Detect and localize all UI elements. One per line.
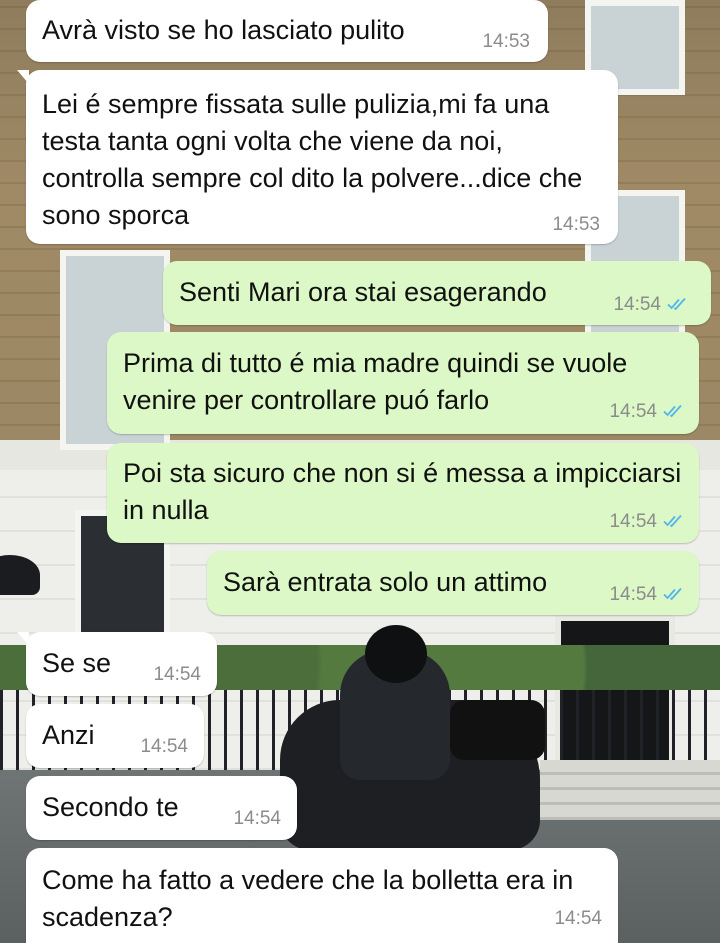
double-check-icon (663, 514, 682, 528)
message-timestamp: 14:54 (613, 294, 661, 315)
message-bubble-incoming[interactable]: Come ha fatto a vedere che la bolletta e… (26, 848, 618, 943)
message-timestamp: 14:54 (609, 401, 657, 422)
message-text: Come ha fatto a vedere che la bolletta e… (42, 865, 581, 932)
message-text: Se se (42, 648, 112, 678)
message-bubble-incoming[interactable]: Avrà visto se ho lasciato pulito 14:53 (26, 0, 548, 62)
message-text: Lei é sempre fissata sulle pulizia,mi fa… (42, 89, 590, 230)
message-timestamp: 14:54 (554, 908, 602, 929)
message-meta: 14:54 (609, 401, 685, 423)
wallpaper-steps (540, 760, 720, 820)
message-bubble-incoming[interactable]: Anzi 14:54 (26, 704, 204, 768)
message-text: Anzi (42, 720, 95, 750)
message-bubble-incoming[interactable]: Lei é sempre fissata sulle pulizia,mi fa… (17, 70, 618, 244)
message-meta: 14:54 (613, 294, 689, 316)
message-text: Sarà entrata solo un attimo (223, 567, 548, 597)
message-text: Avrà visto se ho lasciato pulito (42, 15, 405, 45)
message-meta: 14:54 (609, 584, 685, 606)
message-timestamp: 14:54 (140, 736, 188, 757)
message-text: Prima di tutto é mia madre quindi se vuo… (123, 348, 635, 415)
message-timestamp: 14:53 (552, 214, 600, 235)
message-timestamp: 14:54 (609, 584, 657, 605)
message-bubble-incoming[interactable]: Se se 14:54 (17, 632, 217, 696)
message-text: Senti Mari ora stai esagerando (179, 277, 547, 307)
message-meta: 14:54 (609, 511, 685, 533)
message-timestamp: 14:54 (609, 511, 657, 532)
message-bubble-outgoing[interactable]: Senti Mari ora stai esagerando 14:54 (163, 261, 711, 325)
message-bubble-outgoing[interactable]: Sarà entrata solo un attimo 14:54 (207, 551, 699, 615)
message-text: Secondo te (42, 792, 179, 822)
message-timestamp: 14:54 (233, 808, 281, 829)
message-bubble-outgoing[interactable]: Prima di tutto é mia madre quindi se vuo… (107, 332, 699, 434)
double-check-icon (663, 587, 682, 601)
message-bubble-outgoing[interactable]: Poi sta sicuro che non si é messa a impi… (107, 443, 699, 543)
wallpaper-scooter-topcase (450, 700, 545, 760)
double-check-icon (667, 297, 686, 311)
message-bubble-incoming[interactable]: Secondo te 14:54 (26, 776, 297, 840)
chat-screen: Avrà visto se ho lasciato pulito 14:53 L… (0, 0, 720, 943)
wallpaper-helmet (365, 625, 427, 683)
double-check-icon (663, 404, 682, 418)
message-timestamp: 14:54 (153, 664, 201, 685)
message-text: Poi sta sicuro che non si é messa a impi… (123, 458, 689, 525)
message-timestamp: 14:53 (482, 31, 530, 52)
